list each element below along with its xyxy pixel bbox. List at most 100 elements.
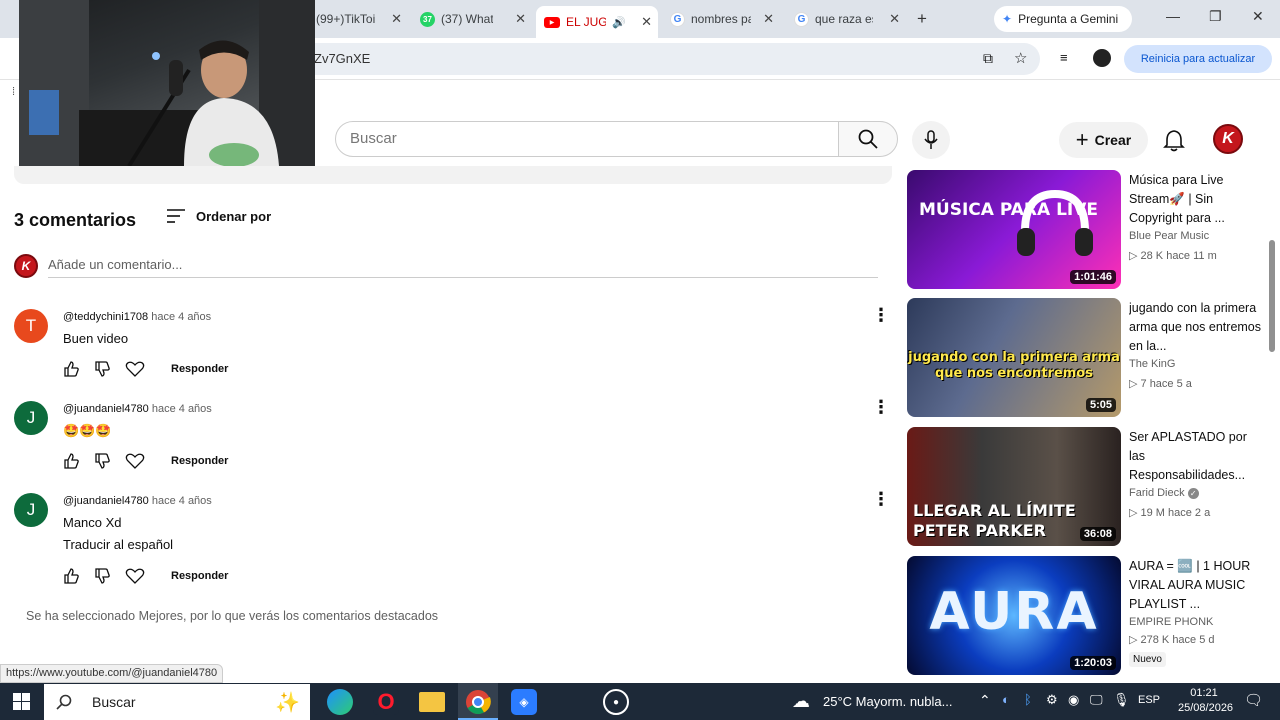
windows-start-icon[interactable] xyxy=(13,693,30,715)
account-avatar[interactable]: K xyxy=(1213,124,1243,154)
new-tab-icon[interactable]: + xyxy=(917,9,927,29)
chrome-taskbar-button[interactable] xyxy=(458,683,498,720)
like-icon[interactable] xyxy=(63,567,93,585)
tab-tiktok[interactable]: (99+)TikToi ✕ xyxy=(308,6,408,32)
camera-icon[interactable]: ◉ xyxy=(1068,692,1079,708)
recommended-video[interactable]: AURA 1:20:03 AURA = 🆒 | 1 HOUR VIRAL AUR… xyxy=(907,556,1273,675)
opera-icon[interactable]: O xyxy=(373,689,399,715)
apps-icon[interactable]: ⁞ xyxy=(12,86,15,98)
time: 01:21 xyxy=(1190,687,1218,699)
dislike-icon[interactable] xyxy=(94,567,124,585)
profile-icon[interactable] xyxy=(1093,49,1111,67)
comment-time[interactable]: hace 4 años xyxy=(152,403,212,415)
close-icon[interactable]: ✕ xyxy=(889,11,900,27)
file-explorer-icon[interactable] xyxy=(419,692,445,712)
headphones-icon xyxy=(1017,189,1093,256)
close-icon[interactable]: ✕ xyxy=(763,11,774,27)
create-button[interactable]: + Crear xyxy=(1059,122,1148,158)
video-title[interactable]: jugando con la primera arma que nos entr… xyxy=(1129,299,1263,356)
video-thumbnail[interactable]: LLEGAR AL LÍMITE PETER PARKER 36:08 xyxy=(907,427,1121,546)
bluetooth-icon[interactable]: ᛒ xyxy=(1024,692,1032,707)
tab-google-1[interactable]: G nombres pa ✕ xyxy=(662,6,780,32)
comment-time[interactable]: hace 4 años xyxy=(152,495,212,507)
dislike-icon[interactable] xyxy=(94,360,124,378)
channel-name[interactable]: Farid Dieck ✓ xyxy=(1129,487,1199,499)
sort-icon xyxy=(167,209,185,223)
comment-actions: Responder xyxy=(63,567,228,585)
page-scrollbar[interactable] xyxy=(1269,240,1275,352)
video-title[interactable]: AURA = 🆒 | 1 HOUR VIRAL AURA MUSIC PLAYL… xyxy=(1129,557,1263,614)
commenter-handle[interactable]: @juandaniel4780 xyxy=(63,495,149,507)
app-icon[interactable]: ◈ xyxy=(511,689,537,715)
translate-link[interactable]: Traducir al español xyxy=(63,537,173,552)
video-thumbnail[interactable]: AURA 1:20:03 xyxy=(907,556,1121,675)
close-icon[interactable]: ✕ xyxy=(391,11,402,27)
obs-icon[interactable]: ● xyxy=(603,689,629,715)
reply-button[interactable]: Responder xyxy=(171,570,228,582)
install-app-icon[interactable]: ⧉ xyxy=(983,50,993,67)
search-button[interactable] xyxy=(838,121,898,157)
update-button[interactable]: Reinicia para actualizar xyxy=(1124,45,1272,73)
channel-name[interactable]: The KinG xyxy=(1129,358,1175,370)
clock[interactable]: 01:21 25/08/2026 xyxy=(1178,686,1233,716)
video-thumbnail[interactable]: jugando con la primera arma que nos enco… xyxy=(907,298,1121,417)
bookmark-star-icon[interactable]: ☆ xyxy=(1014,49,1027,67)
comment-menu-icon[interactable]: ⋮ xyxy=(872,398,890,416)
heart-icon[interactable] xyxy=(125,360,155,378)
language-indicator[interactable]: ESP xyxy=(1138,694,1160,706)
sort-label: Ordenar por xyxy=(196,208,272,224)
reply-button[interactable]: Responder xyxy=(171,363,228,375)
comment-time[interactable]: hace 4 años xyxy=(151,311,211,323)
voice-search-button[interactable] xyxy=(912,121,950,159)
heart-icon[interactable] xyxy=(125,452,155,470)
commenter-avatar[interactable]: J xyxy=(14,493,48,527)
close-icon[interactable]: ✕ xyxy=(515,11,526,27)
search-input[interactable]: Buscar xyxy=(335,121,839,157)
notifications-icon[interactable] xyxy=(1163,128,1185,157)
taskbar-search[interactable]: Buscar ✨ xyxy=(44,684,310,720)
network-icon[interactable]: 🖵 xyxy=(1090,692,1103,708)
tab-youtube[interactable]: ▶ EL JUGA 🔊 ✕ xyxy=(536,6,658,38)
microphone-icon[interactable]: 🎙 xyxy=(1113,692,1130,708)
reply-button[interactable]: Responder xyxy=(171,455,228,467)
recommended-video[interactable]: MÚSICA PARA LIVE 1:01:46 Música para Liv… xyxy=(907,170,1273,289)
recommended-video[interactable]: jugando con la primera arma que nos enco… xyxy=(907,298,1273,417)
comment-menu-icon[interactable]: ⋮ xyxy=(872,490,890,508)
weather-text[interactable]: 25°C Mayorm. nubla... xyxy=(823,694,952,709)
close-icon[interactable]: ✕ xyxy=(641,14,652,30)
media-controls-icon[interactable]: ≡ xyxy=(1060,50,1068,65)
video-title[interactable]: Ser APLASTADO por las Responsabilidades.… xyxy=(1129,428,1263,485)
video-meta-text: 19 M hace 2 a xyxy=(1140,507,1211,519)
sort-button[interactable]: Ordenar por xyxy=(166,208,271,224)
recommended-video[interactable]: LLEGAR AL LÍMITE PETER PARKER 36:08 Ser … xyxy=(907,427,1273,546)
add-comment-input[interactable]: Añade un comentario... xyxy=(48,256,878,278)
dislike-icon[interactable] xyxy=(94,452,124,470)
restore-icon[interactable]: ❐ xyxy=(1209,8,1222,25)
tray-icon[interactable]: ⚙ xyxy=(1046,692,1058,708)
gemini-button[interactable]: ✦ Pregunta a Gemini xyxy=(994,6,1132,32)
window-close-icon[interactable]: ✕ xyxy=(1252,8,1264,25)
address-bar[interactable]: Zv7GnXE xyxy=(300,43,1040,75)
commenter-handle[interactable]: @teddychini1708 xyxy=(63,311,148,323)
like-icon[interactable] xyxy=(63,452,93,470)
video-duration: 5:05 xyxy=(1085,398,1116,412)
heart-icon[interactable] xyxy=(125,567,155,585)
tray-app-icon[interactable]: ◐ xyxy=(1002,692,1010,707)
speaker-icon[interactable]: 🔊 xyxy=(612,16,626,29)
play-icon: ▷ xyxy=(1129,507,1141,519)
channel-name[interactable]: EMPIRE PHONK xyxy=(1129,616,1213,628)
tab-google-2[interactable]: G que raza es ✕ xyxy=(786,6,906,32)
edge-icon[interactable] xyxy=(327,689,353,715)
tab-whatsapp[interactable]: 37 (37) Whatu ✕ xyxy=(412,6,532,32)
video-title[interactable]: Música para Live Stream🚀 | Sin Copyright… xyxy=(1129,171,1263,228)
channel-name[interactable]: Blue Pear Music xyxy=(1129,230,1209,242)
commenter-avatar[interactable]: J xyxy=(14,401,48,435)
chevron-up-icon[interactable]: ⌃ xyxy=(979,692,991,709)
notification-center-icon[interactable]: 🗨 xyxy=(1244,691,1263,709)
video-thumbnail[interactable]: MÚSICA PARA LIVE 1:01:46 xyxy=(907,170,1121,289)
commenter-avatar[interactable]: T xyxy=(14,309,48,343)
minimize-icon[interactable]: — xyxy=(1166,8,1180,24)
commenter-handle[interactable]: @juandaniel4780 xyxy=(63,403,149,415)
comment-menu-icon[interactable]: ⋮ xyxy=(872,306,890,324)
like-icon[interactable] xyxy=(63,360,93,378)
